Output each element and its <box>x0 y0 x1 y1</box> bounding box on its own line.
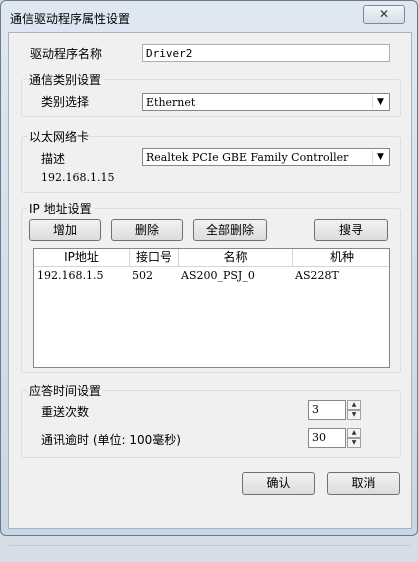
nic-value: Realtek PCIe GBE Family Controller <box>146 151 349 164</box>
chevron-down-icon[interactable]: ▼ <box>372 150 388 164</box>
nic-ip-text: 192.168.1.15 <box>41 171 115 184</box>
comm-type-group-title: 通信类别设置 <box>27 71 104 88</box>
response-time-group-title: 应答时间设置 <box>27 382 104 399</box>
column-header-ip[interactable]: IP地址 <box>34 249 130 266</box>
column-header-port[interactable]: 接口号 <box>130 249 179 266</box>
spin-up-icon[interactable]: ▲ <box>347 428 361 438</box>
retry-count-stepper[interactable]: ▲ ▼ <box>347 400 361 420</box>
nic-select[interactable]: Realtek PCIe GBE Family Controller ▼ <box>142 148 390 166</box>
chevron-down-icon[interactable]: ▼ <box>372 95 388 109</box>
spin-down-icon[interactable]: ▼ <box>347 410 361 420</box>
nic-group-title: 以太网络卡 <box>27 128 92 145</box>
retry-count-label: 重送次数 <box>41 405 90 419</box>
column-header-name[interactable]: 名称 <box>179 249 293 266</box>
status-bar <box>9 545 411 562</box>
dialog-client-area: 驱动程序名称 Driver2 通信类别设置 类别选择 Ethernet ▼ 以太… <box>8 32 412 546</box>
close-icon: ✕ <box>378 7 390 21</box>
spin-down-icon[interactable]: ▼ <box>347 438 361 448</box>
dialog-window: 通信驱动程序属性设置 ✕ 驱动程序名称 Driver2 通信类别设置 类别选择 … <box>0 0 418 546</box>
comm-type-label: 类别选择 <box>41 95 90 109</box>
ip-settings-group: IP 地址设置 增加 删除 全部删除 搜寻 IP地址 接口号 名称 机种 192… <box>21 200 401 373</box>
nic-group: 以太网络卡 描述 Realtek PCIe GBE Family Control… <box>21 128 401 193</box>
cancel-button[interactable]: 取消 <box>327 472 400 495</box>
timeout-stepper[interactable]: ▲ ▼ <box>347 428 361 448</box>
row-port-cell: 502 <box>132 269 153 282</box>
column-header-model[interactable]: 机种 <box>293 249 391 266</box>
driver-name-input[interactable]: Driver2 <box>142 44 390 62</box>
row-model-cell: AS228T <box>295 269 339 282</box>
timeout-label: 通讯逾时 (单位: 100毫秒) <box>41 433 181 447</box>
comm-type-value: Ethernet <box>146 96 196 109</box>
response-time-group: 应答时间设置 重送次数 3 ▲ ▼ 通讯逾时 (单位: 100毫秒) 30 ▲ … <box>21 382 401 458</box>
list-header: IP地址 接口号 名称 机种 <box>34 249 389 267</box>
spin-up-icon[interactable]: ▲ <box>347 400 361 410</box>
nic-desc-label: 描述 <box>41 152 66 166</box>
row-name-cell: AS200_PSJ_0 <box>181 269 255 282</box>
driver-name-label: 驱动程序名称 <box>30 47 103 61</box>
search-button[interactable]: 搜寻 <box>314 219 388 241</box>
table-row[interactable]: 192.168.1.5 502 AS200_PSJ_0 AS228T <box>34 267 389 285</box>
window-title: 通信驱动程序属性设置 <box>10 12 131 26</box>
close-button[interactable]: ✕ <box>363 5 405 24</box>
title-bar[interactable]: 通信驱动程序属性设置 ✕ <box>1 1 417 31</box>
ok-button[interactable]: 确认 <box>242 472 315 495</box>
comm-type-group: 通信类别设置 类别选择 Ethernet ▼ <box>21 71 401 117</box>
comm-type-select[interactable]: Ethernet ▼ <box>142 93 390 111</box>
ip-settings-group-title: IP 地址设置 <box>27 200 94 217</box>
delete-all-button[interactable]: 全部删除 <box>193 219 267 241</box>
retry-count-input[interactable]: 3 <box>308 400 346 420</box>
add-button[interactable]: 增加 <box>29 219 101 241</box>
row-ip-cell: 192.168.1.5 <box>37 269 104 282</box>
ip-address-list[interactable]: IP地址 接口号 名称 机种 192.168.1.5 502 AS200_PSJ… <box>33 248 390 368</box>
delete-button[interactable]: 删除 <box>111 219 183 241</box>
timeout-input[interactable]: 30 <box>308 428 346 448</box>
